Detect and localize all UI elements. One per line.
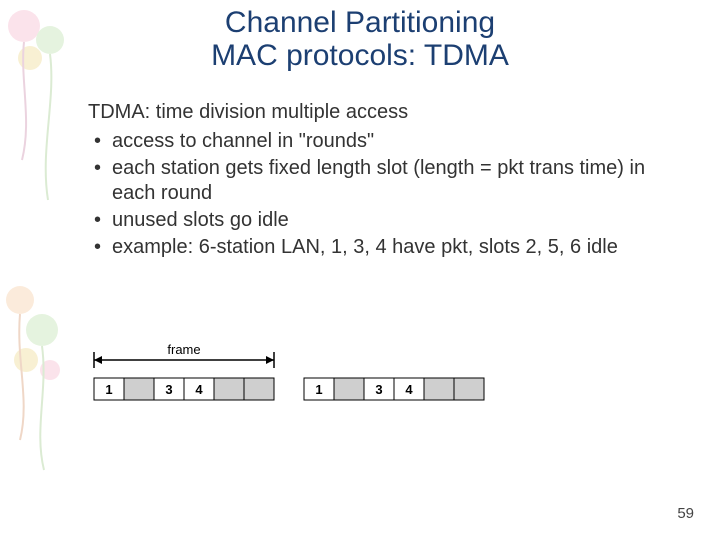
slide-body: TDMA: time division multiple access acce… [88,100,680,262]
page-number: 59 [677,505,694,522]
bullet-list: access to channel in "rounds" each stati… [88,129,680,260]
bullet-item: example: 6-station LAN, 1, 3, 4 have pkt… [112,235,680,260]
slide: Channel Partitioning MAC protocols: TDMA… [0,0,720,540]
slot-number: 3 [375,382,382,397]
frame-label: frame [167,342,200,357]
title-line-2: MAC protocols: TDMA [211,39,509,72]
bullet-item: unused slots go idle [112,208,680,233]
frame-bracket: frame [94,342,274,368]
slot-number: 1 [315,382,322,397]
tdma-frame-diagram: frame 1 3 4 1 3 4 [88,342,498,432]
slide-title: Channel Partitioning MAC protocols: TDMA [0,6,720,72]
slot-number: 3 [165,382,172,397]
frame-2: 1 3 4 [304,378,484,400]
bullet-item: access to channel in "rounds" [112,129,680,154]
slot-number: 4 [195,382,203,397]
bullet-item: each station gets fixed length slot (len… [112,156,680,206]
subheading: TDMA: time division multiple access [88,100,680,125]
title-line-1: Channel Partitioning [225,6,495,39]
frame-1: 1 3 4 [94,378,274,400]
slot-number: 4 [405,382,413,397]
slot-number: 1 [105,382,112,397]
decorative-left-art [0,0,80,540]
